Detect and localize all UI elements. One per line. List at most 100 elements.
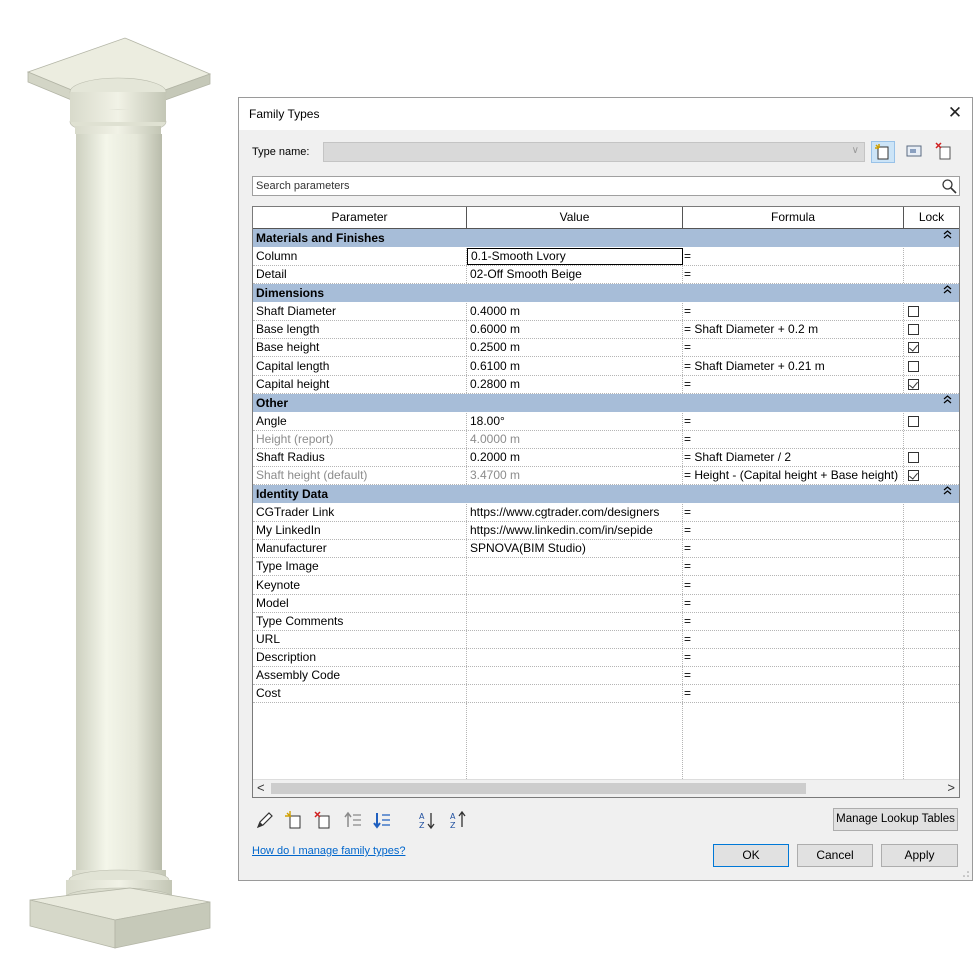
lock-cell[interactable] <box>904 413 959 430</box>
value-cell[interactable]: SPNOVA(BIM Studio) <box>467 540 683 558</box>
table-row[interactable]: Type Image = <box>253 558 959 577</box>
group-header[interactable]: Dimensions <box>253 284 959 303</box>
value-cell[interactable]: 18.00° <box>467 412 683 430</box>
collapse-chevron-icon[interactable] <box>943 394 952 407</box>
table-row[interactable]: Angle 18.00° = <box>253 412 959 431</box>
type-name-combo[interactable]: ∨ <box>323 142 865 162</box>
value-cell[interactable] <box>467 630 683 648</box>
lock-checkbox[interactable] <box>908 342 919 354</box>
table-row[interactable]: My LinkedIn https://www.linkedin.com/in/s… <box>253 522 959 541</box>
formula-cell[interactable]: = <box>683 685 904 703</box>
table-row[interactable]: Detail 02-Off Smooth Beige = <box>253 266 959 285</box>
table-row[interactable]: Column 0.1-Smooth Lvory = <box>253 248 959 266</box>
horizontal-scrollbar[interactable]: < > <box>253 779 959 797</box>
table-row[interactable]: Manufacturer SPNOVA(BIM Studio) = <box>253 540 959 559</box>
close-button[interactable]: ✕ <box>942 102 968 126</box>
new-type-button[interactable] <box>871 141 895 163</box>
value-cell[interactable] <box>467 594 683 612</box>
value-cell[interactable]: 0.6100 m <box>467 357 683 375</box>
value-cell[interactable] <box>467 685 683 703</box>
chevron-down-icon[interactable]: ∨ <box>852 145 859 156</box>
formula-cell[interactable]: = <box>683 558 904 576</box>
edit-pencil-icon[interactable] <box>255 810 275 830</box>
search-parameters-input[interactable]: Search parameters <box>252 176 960 196</box>
collapse-chevron-icon[interactable] <box>943 230 952 242</box>
table-row[interactable]: Capital length 0.6100 m = Shaft Diameter +… <box>253 357 959 376</box>
formula-cell[interactable]: = <box>683 266 904 284</box>
move-up-icon[interactable] <box>343 810 363 830</box>
formula-cell[interactable]: = Shaft Diameter + 0.21 m <box>683 357 904 375</box>
value-cell[interactable]: https://www.linkedin.com/in/sepide <box>467 522 683 540</box>
value-cell[interactable]: 0.6000 m <box>467 321 683 339</box>
table-row[interactable]: Description = <box>253 648 959 667</box>
table-row[interactable]: Assembly Code = <box>253 667 959 685</box>
formula-cell[interactable]: = <box>683 375 904 393</box>
formula-cell[interactable]: = <box>683 630 904 648</box>
formula-cell[interactable]: = <box>683 540 904 558</box>
value-cell[interactable]: 0.2800 m <box>467 375 683 393</box>
collapse-chevron-icon[interactable] <box>943 285 952 297</box>
column-header-formula[interactable]: Formula <box>683 207 904 228</box>
lock-cell[interactable] <box>904 339 959 356</box>
delete-type-button[interactable] <box>933 141 957 163</box>
lock-cell[interactable] <box>904 449 959 466</box>
table-row[interactable]: Model = <box>253 594 959 613</box>
value-cell[interactable]: 0.4000 m <box>467 303 683 321</box>
lock-checkbox[interactable] <box>908 306 919 318</box>
value-cell[interactable]: 4.0000 m <box>467 430 683 448</box>
formula-cell[interactable]: = <box>683 612 904 630</box>
table-row[interactable]: Shaft Radius 0.2000 m = Shaft Diameter / 2 <box>253 448 959 467</box>
table-row[interactable]: Shaft height (default) 3.4700 m = Height -… <box>253 467 959 485</box>
formula-cell[interactable]: = Height - (Capital height + Base height… <box>683 467 904 484</box>
formula-cell[interactable]: = <box>683 594 904 612</box>
ok-button[interactable]: OK <box>713 844 789 867</box>
table-row[interactable]: Keynote = <box>253 576 959 595</box>
value-cell[interactable] <box>467 667 683 684</box>
formula-cell[interactable]: = <box>683 522 904 540</box>
value-cell[interactable]: 02-Off Smooth Beige <box>467 266 683 284</box>
resize-grip-icon[interactable] <box>962 870 970 878</box>
lock-cell[interactable] <box>904 376 959 393</box>
table-row[interactable]: CGTrader Link https://www.cgtrader.com/de… <box>253 504 959 523</box>
group-header[interactable]: Other <box>253 393 959 412</box>
group-header[interactable]: Materials and Finishes <box>253 229 959 247</box>
formula-cell[interactable]: = <box>683 504 904 522</box>
value-cell[interactable] <box>467 648 683 666</box>
collapse-chevron-icon[interactable] <box>943 486 952 498</box>
lock-checkbox[interactable] <box>908 378 919 390</box>
value-cell[interactable]: 0.2000 m <box>467 448 683 466</box>
scroll-right-icon[interactable]: > <box>947 780 955 796</box>
group-header[interactable]: Identity Data <box>253 485 959 504</box>
formula-cell[interactable]: = <box>683 339 904 357</box>
scroll-left-icon[interactable]: < <box>257 780 265 796</box>
help-link[interactable]: How do I manage family types? <box>252 845 405 857</box>
column-header-lock[interactable]: Lock <box>904 207 959 228</box>
manage-lookup-tables-button[interactable]: Manage Lookup Tables <box>833 808 958 831</box>
formula-cell[interactable]: = <box>683 648 904 666</box>
lock-cell[interactable] <box>904 303 959 320</box>
lock-checkbox[interactable] <box>908 324 919 336</box>
column-header-parameter[interactable]: Parameter <box>253 207 467 228</box>
table-row[interactable]: Base height 0.2500 m = <box>253 339 959 358</box>
formula-cell[interactable]: = Shaft Diameter + 0.2 m <box>683 321 904 339</box>
move-down-icon[interactable] <box>372 810 392 830</box>
sort-ascending-icon[interactable]: A Z <box>417 810 437 830</box>
table-row[interactable]: Height (report) 4.0000 m = <box>253 430 959 449</box>
sort-descending-icon[interactable]: A Z <box>448 810 468 830</box>
lock-cell[interactable] <box>904 467 959 484</box>
value-cell[interactable] <box>467 612 683 630</box>
column-header-value[interactable]: Value <box>467 207 683 228</box>
lock-checkbox[interactable] <box>908 451 919 463</box>
lock-checkbox[interactable] <box>908 415 919 427</box>
lock-checkbox[interactable] <box>908 360 919 372</box>
rename-type-button[interactable] <box>903 141 927 163</box>
cancel-button[interactable]: Cancel <box>797 844 873 867</box>
value-cell[interactable] <box>467 558 683 576</box>
formula-cell[interactable]: = <box>683 412 904 430</box>
value-cell[interactable]: 0.1-Smooth Lvory <box>467 248 683 265</box>
table-row[interactable]: Cost = <box>253 685 959 704</box>
apply-button[interactable]: Apply <box>881 844 958 867</box>
table-row[interactable]: Base length 0.6000 m = Shaft Diameter + 0.… <box>253 321 959 340</box>
lock-cell[interactable] <box>904 358 959 375</box>
value-cell[interactable]: 0.2500 m <box>467 339 683 357</box>
